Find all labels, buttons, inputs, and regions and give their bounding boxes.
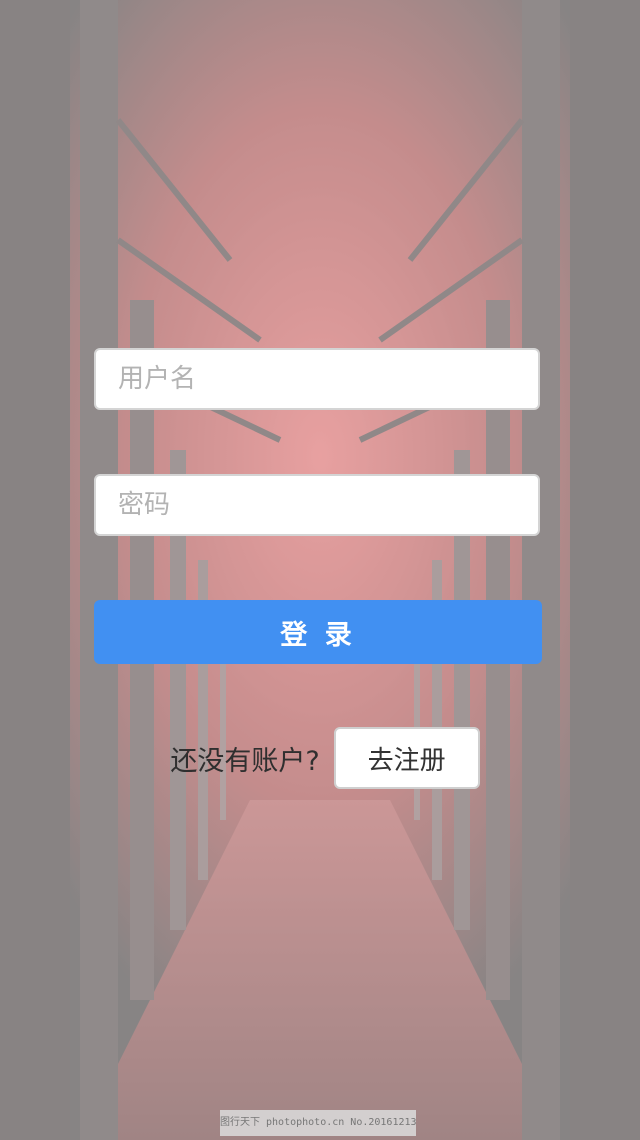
login-button[interactable]: 登 录 [94, 600, 542, 664]
register-prompt: 还没有账户? 去注册 [0, 726, 640, 790]
no-account-text: 还没有账户? [170, 745, 320, 777]
username-input[interactable] [94, 348, 540, 410]
image-watermark: 图行天下 photophoto.cn No.201612130252363562… [220, 1110, 416, 1136]
password-input[interactable] [94, 474, 540, 536]
background-overlay [0, 0, 640, 1140]
login-page: 登 录 还没有账户? 去注册 图行天下 photophoto.cn No.201… [0, 0, 640, 1140]
register-button[interactable]: 去注册 [333, 727, 480, 789]
